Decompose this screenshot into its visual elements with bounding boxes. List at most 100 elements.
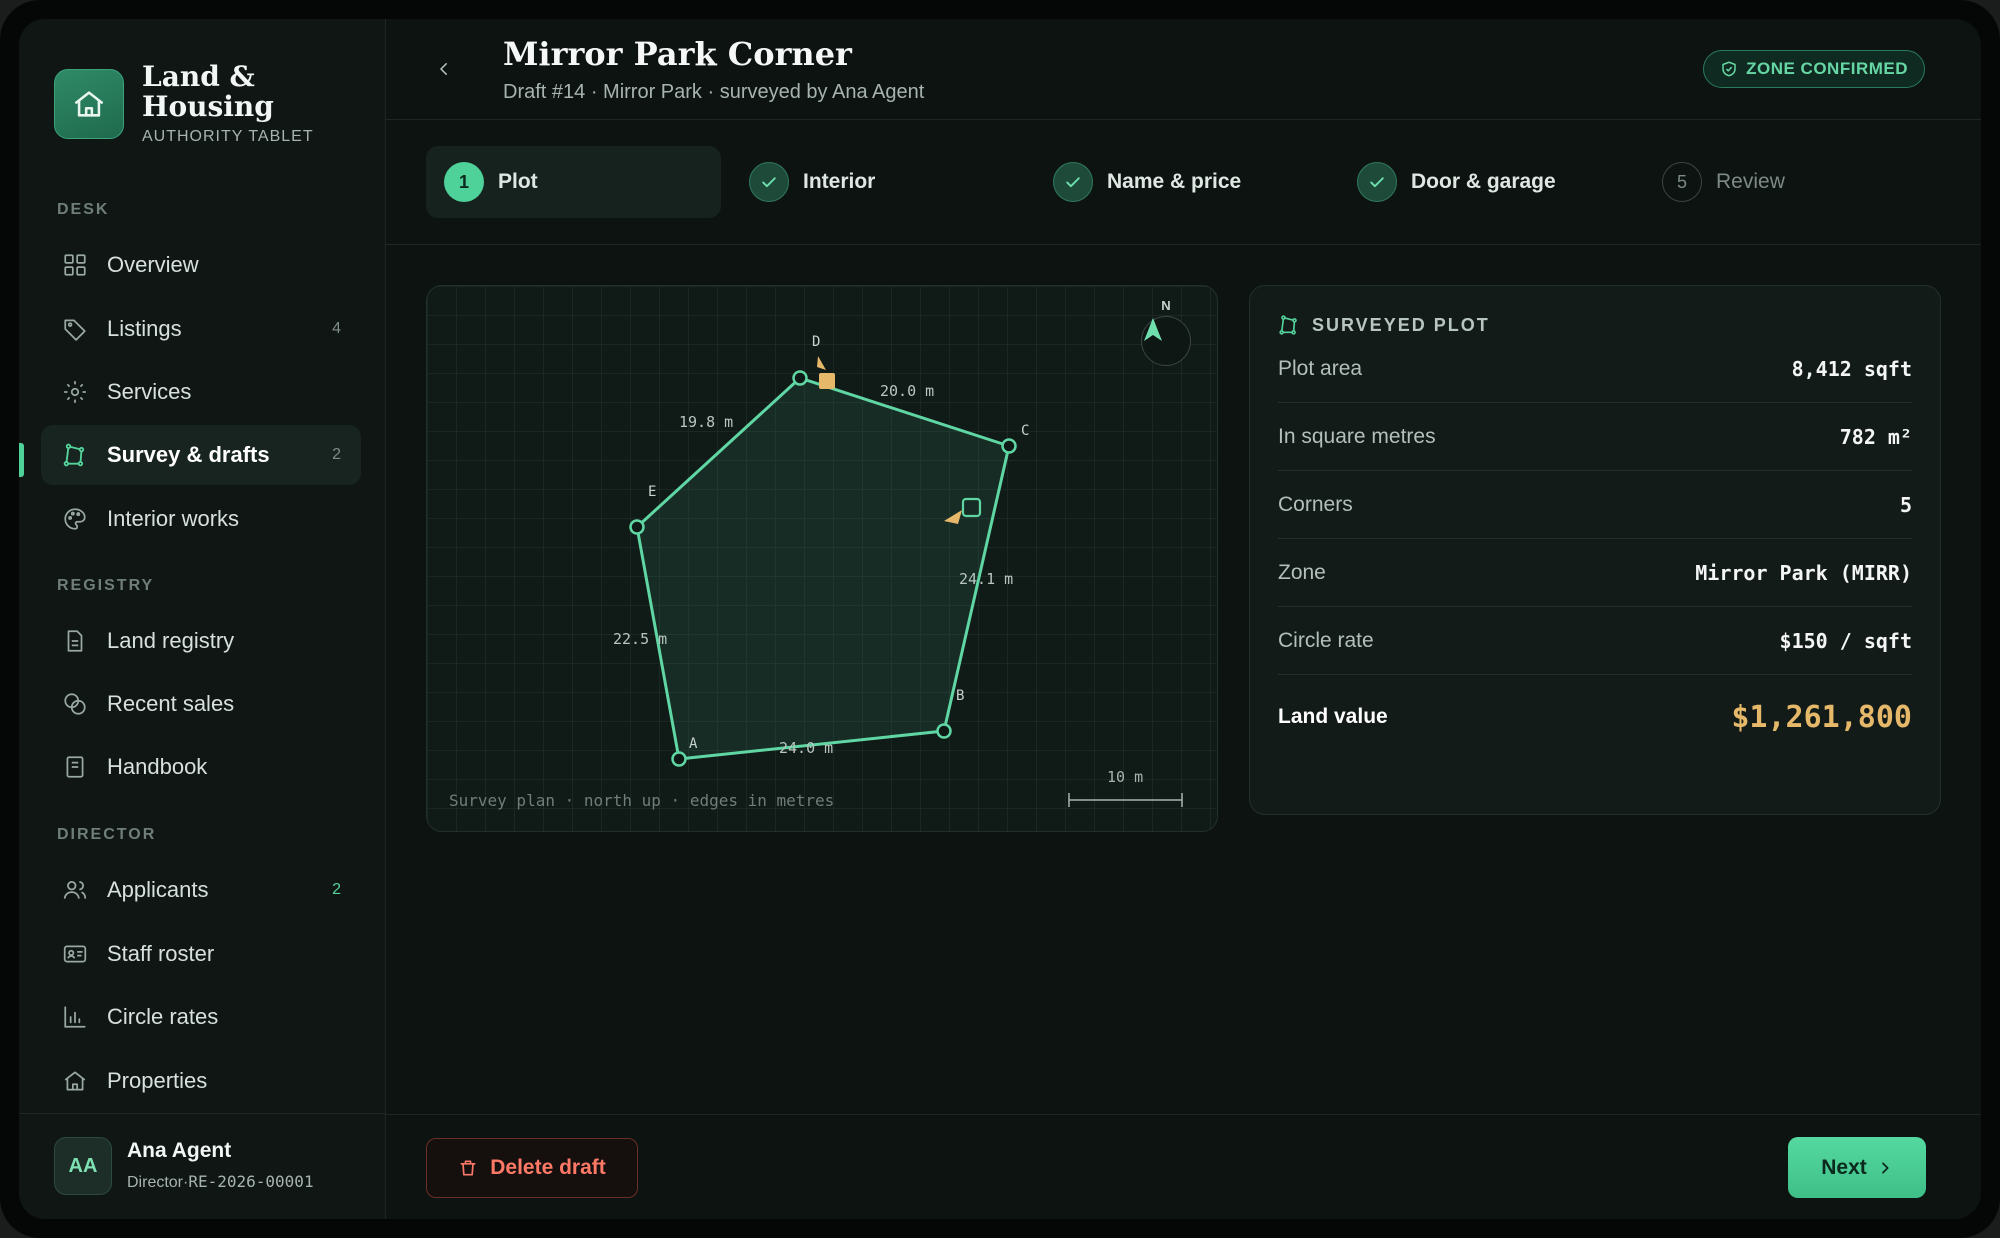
edge-label-bc: 24.1 m <box>959 570 1013 588</box>
sidebar-item-label: Services <box>107 379 192 404</box>
sidebar-item-count: 4 <box>332 320 341 337</box>
row-label: Land value <box>1278 705 1388 728</box>
sidebar-item-survey-drafts[interactable]: Survey & drafts 2 <box>41 425 361 485</box>
palette-icon <box>61 505 89 533</box>
row-value: $150 / sqft <box>1779 628 1912 653</box>
step-label: Name & price <box>1107 170 1242 193</box>
user-role: Director <box>127 1174 184 1191</box>
chevron-left-icon <box>440 63 447 75</box>
sidebar-item-recent-sales[interactable]: Recent sales <box>41 674 361 734</box>
edge-label-ea: 22.5 m <box>613 630 667 648</box>
row-label: Plot area <box>1278 356 1363 380</box>
land-value: $1,261,800 <box>1731 699 1912 735</box>
row-label: Corners <box>1278 492 1353 516</box>
step-label: Review <box>1716 170 1785 193</box>
step-label: Door & garage <box>1411 170 1556 193</box>
row-value: 8,412 sqft <box>1791 356 1912 381</box>
screen: Land & Housing AUTHORITY TABLET DESK Ove… <box>19 19 1981 1219</box>
brand: Land & Housing AUTHORITY TABLET <box>54 62 314 146</box>
check-icon <box>1053 162 1093 202</box>
sidebar-item-label: Overview <box>107 252 199 277</box>
step-name-price[interactable]: Name & price <box>1053 146 1241 218</box>
zone-badge-label: ZONE CONFIRMED <box>1746 59 1908 78</box>
wizard-footer: Delete draft Next <box>386 1114 1981 1219</box>
section-label-director: DIRECTOR <box>57 826 157 843</box>
step-number: 5 <box>1662 162 1702 202</box>
sidebar-item-services[interactable]: Services <box>41 362 361 422</box>
page-title: Mirror Park Corner <box>503 35 852 73</box>
survey-plan-canvas[interactable]: A B C D E 24.0 m 24.1 m 20.0 m 19.8 m 22… <box>426 285 1218 832</box>
sidebar-item-circle-rates[interactable]: Circle rates <box>41 987 361 1047</box>
brand-name: Land & Housing <box>142 60 274 123</box>
edge-label-de: 19.8 m <box>679 413 733 431</box>
section-label-desk: DESK <box>57 201 110 218</box>
book-icon <box>61 753 89 781</box>
corner-handle-d[interactable] <box>792 370 808 386</box>
house-logo-icon <box>54 69 124 139</box>
step-door-garage[interactable]: Door & garage <box>1357 146 1556 218</box>
corner-label-a: A <box>689 736 698 752</box>
tag-icon <box>61 315 89 343</box>
step-label: Interior <box>803 170 876 193</box>
corner-handle-a[interactable] <box>671 751 687 767</box>
edge-label-cd: 20.0 m <box>880 382 934 400</box>
trash-icon <box>460 1160 476 1176</box>
shield-check-icon <box>1722 61 1736 77</box>
step-plot[interactable]: 1 Plot <box>426 146 721 218</box>
sidebar-item-interior-works[interactable]: Interior works <box>41 489 361 549</box>
door-marker-icon[interactable] <box>817 356 835 389</box>
row-label: In square metres <box>1278 424 1436 448</box>
corner-handle-c[interactable] <box>1001 438 1017 454</box>
step-interior[interactable]: Interior <box>749 146 875 218</box>
active-indicator <box>19 443 24 477</box>
plot-polygon[interactable] <box>635 376 1011 761</box>
corner-label-b: B <box>956 688 964 704</box>
sidebar-item-overview[interactable]: Overview <box>41 235 361 295</box>
home-icon <box>61 1067 89 1095</box>
panel-header: SURVEYED PLOT <box>1278 314 1490 336</box>
wizard-stepper: 1 Plot Interior Name & price Door & gara… <box>426 146 1926 218</box>
sidebar-item-listings[interactable]: Listings 4 <box>41 299 361 359</box>
sidebar-item-label: Staff roster <box>107 941 215 966</box>
brand-subtitle: AUTHORITY TABLET <box>142 128 314 145</box>
zone-status-badge: ZONE CONFIRMED <box>1703 50 1925 88</box>
tablet-frame: Land & Housing AUTHORITY TABLET DESK Ove… <box>0 0 2000 1238</box>
avatar: AA <box>54 1137 112 1195</box>
next-button[interactable]: Next <box>1788 1137 1926 1198</box>
step-number: 1 <box>444 162 484 202</box>
panel-title: SURVEYED PLOT <box>1312 314 1490 335</box>
sidebar-item-label: Recent sales <box>107 691 235 716</box>
sidebar-item-label: Circle rates <box>107 1004 219 1029</box>
sidebar-item-label: Applicants <box>107 877 209 902</box>
check-icon <box>749 162 789 202</box>
sidebar-item-staff-roster[interactable]: Staff roster <box>41 924 361 984</box>
row-square-metres: In square metres 782 m² <box>1278 403 1912 471</box>
sidebar-item-label: Handbook <box>107 754 208 779</box>
compass-north-label: N <box>1161 298 1171 313</box>
corner-label-e: E <box>648 484 656 500</box>
sidebar-item-label: Interior works <box>107 506 240 531</box>
user-profile[interactable]: AA Ana Agent Director·RE-2026-00001 <box>19 1113 386 1219</box>
back-button[interactable] <box>424 49 464 89</box>
step-review[interactable]: 5 Review <box>1662 146 1785 218</box>
user-name: Ana Agent <box>127 1139 232 1162</box>
delete-draft-button[interactable]: Delete draft <box>426 1138 638 1198</box>
sidebar-item-count: 2 <box>332 446 341 463</box>
sidebar-item-handbook[interactable]: Handbook <box>41 737 361 797</box>
header-divider <box>386 119 1981 120</box>
scale-label: 10 m <box>1107 768 1144 786</box>
corner-handle-e[interactable] <box>629 519 645 535</box>
page-subtitle: Draft #14 · Mirror Park · surveyed by An… <box>503 81 925 103</box>
plan-caption: Survey plan · north up · edges in metres <box>449 791 835 810</box>
sidebar-item-properties[interactable]: Properties <box>41 1051 361 1111</box>
polygon-icon <box>1279 315 1297 335</box>
row-value: 5 <box>1899 492 1912 517</box>
sidebar-item-land-registry[interactable]: Land registry <box>41 611 361 671</box>
sidebar-item-label: Properties <box>107 1068 208 1093</box>
sidebar-item-applicants[interactable]: Applicants 2 <box>41 860 361 920</box>
grid-icon <box>61 251 89 279</box>
sidebar-item-count: 2 <box>332 881 341 898</box>
corner-handle-b[interactable] <box>936 723 952 739</box>
polygon-icon <box>61 441 89 469</box>
user-id: RE-2026-00001 <box>188 1172 314 1191</box>
